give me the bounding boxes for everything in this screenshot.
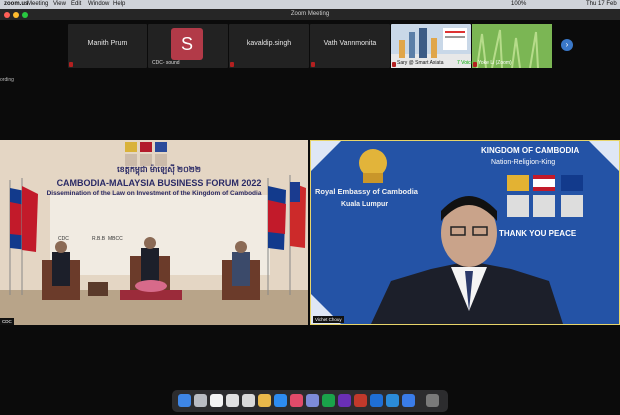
reminders-icon[interactable]	[226, 394, 239, 407]
macos-dock	[172, 390, 448, 412]
app-store-icon[interactable]	[274, 394, 287, 407]
video-name-badge: CDC	[0, 318, 14, 325]
participant-name: Vath Vannmonita	[323, 40, 377, 47]
menu-edit[interactable]: Edit	[71, 0, 81, 9]
recording-label: ording	[0, 77, 14, 83]
forum-title: CAMBODIA-MALAYSIA BUSINESS FORUM 2022	[56, 178, 262, 188]
embassy-name: Royal Embassy of Cambodia	[315, 187, 418, 196]
participant-tile[interactable]: kavaldip.singh	[229, 24, 309, 68]
close-window-icon[interactable]	[4, 12, 10, 18]
music-icon[interactable]	[290, 394, 303, 407]
menu-view[interactable]: View	[53, 0, 66, 9]
settings-icon[interactable]	[306, 394, 319, 407]
next-page-button[interactable]: ›	[561, 39, 573, 51]
muted-mic-icon	[311, 62, 315, 67]
backdrop-logo-mbcc: MBCC	[108, 236, 123, 242]
line-icon[interactable]	[322, 394, 335, 407]
menu-meeting[interactable]: Meeting	[27, 0, 48, 9]
muted-mic-icon	[69, 62, 73, 67]
menubar-clock[interactable]: Thu 17 Feb	[586, 0, 617, 9]
embassy-city: Kuala Lumpur	[341, 201, 389, 208]
battery-percent[interactable]: 100%	[511, 0, 526, 9]
video-name-badge: Vichet Chouy	[313, 316, 344, 323]
finder-icon[interactable]	[178, 394, 191, 407]
participant-name: kavaldip.singh	[246, 40, 292, 47]
participant-name: CDC- sound	[152, 60, 180, 66]
participant-tile[interactable]: Sary @ Smart Axiata 7 Voice	[391, 24, 474, 68]
macos-menubar: zoom.us Meeting View Edit Window Help 10…	[0, 0, 620, 9]
launchpad-icon[interactable]	[194, 394, 207, 407]
word-icon[interactable]	[370, 394, 383, 407]
notes-icon[interactable]	[242, 394, 255, 407]
participant-name: Yoke Li (Zoom)	[478, 60, 512, 66]
adobe-icon[interactable]	[354, 394, 367, 407]
menu-app-name[interactable]: zoom.us	[4, 0, 28, 9]
muted-mic-icon	[392, 62, 396, 67]
participant-tile[interactable]: Manith Prum	[68, 24, 147, 68]
forum-khmer-heading: ខេត្តកម្ពុជា ម៉ាឡេស៊ី ២០២២	[117, 165, 201, 174]
minimize-window-icon[interactable]	[13, 12, 19, 18]
participant-name: Sary @ Smart Axiata	[397, 60, 444, 66]
zoom-icon[interactable]	[402, 394, 415, 407]
vscode-icon[interactable]	[386, 394, 399, 407]
shared-video-forum[interactable]: ខេត្តកម្ពុជា ម៉ាឡេស៊ី ២០២២ CAMBODIA-MALA…	[0, 140, 308, 325]
kingdom-motto: Nation-Religion-King	[491, 159, 556, 166]
window-title: Zoom Meeting	[290, 11, 330, 17]
zoom-window-icon[interactable]	[22, 12, 28, 18]
chrome-icon[interactable]	[258, 394, 271, 407]
forum-subtitle: Dissemination of the Law on Investment o…	[46, 190, 262, 197]
speaker-video[interactable]: KINGDOM OF CAMBODIA Nation-Religion-King…	[310, 140, 620, 325]
window-titlebar: Zoom Meeting	[0, 9, 620, 20]
avatar: S	[171, 28, 203, 60]
muted-mic-icon	[230, 62, 234, 67]
participant-tile[interactable]: Yoke Li (Zoom)	[472, 24, 552, 69]
muted-mic-icon	[473, 62, 477, 67]
calendar-icon[interactable]	[210, 394, 223, 407]
kingdom-heading: KINGDOM OF CAMBODIA	[481, 146, 580, 155]
thank-you-text: THANK YOU PEACE	[499, 229, 577, 238]
trash-icon[interactable]	[426, 394, 439, 407]
backdrop-logo-rbb: R.B.B	[92, 236, 106, 242]
participant-tile[interactable]: Vath Vannmonita	[310, 24, 390, 68]
participant-name: Manith Prum	[87, 40, 128, 47]
menu-window[interactable]: Window	[88, 0, 109, 9]
menu-help[interactable]: Help	[113, 0, 125, 9]
backdrop-logo-cdc: CDC	[58, 236, 69, 242]
voice-tag: 7 Voice	[457, 60, 474, 66]
participant-tile[interactable]: S CDC- sound	[148, 24, 228, 68]
xd-icon[interactable]	[338, 394, 351, 407]
